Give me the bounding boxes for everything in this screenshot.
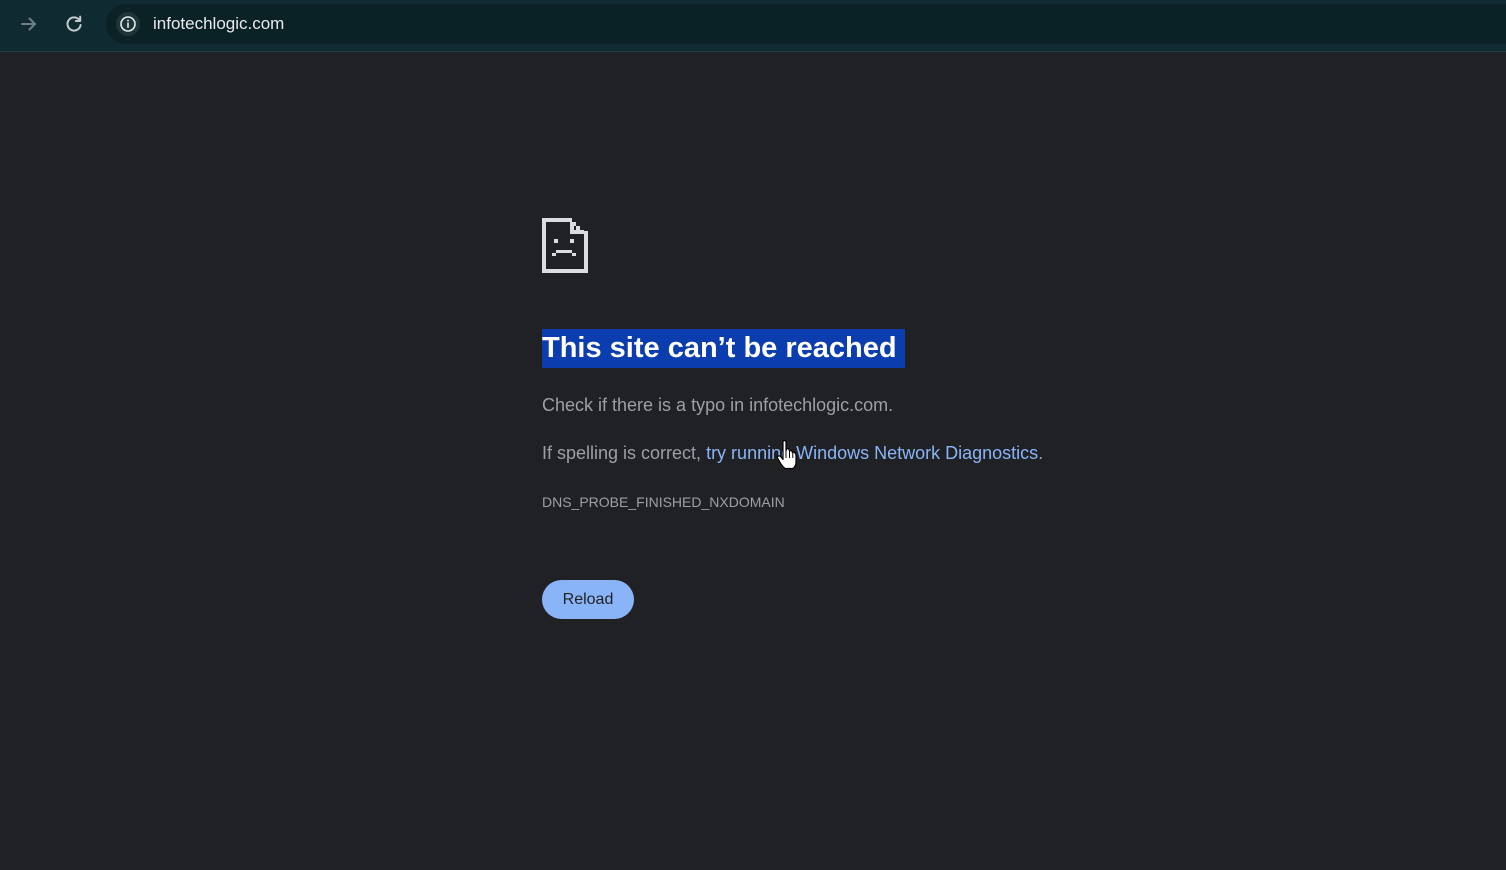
reload-nav-button[interactable] — [56, 6, 92, 42]
sad-document-icon — [542, 218, 588, 273]
hand-pointer-icon — [776, 440, 797, 470]
network-diagnostics-link[interactable]: try running Windows Network Diagnostics — [706, 443, 1038, 463]
typo-check-message: Check if there is a typo in infotechlogi… — [542, 395, 894, 415]
address-bar[interactable]: infotechlogic.com — [106, 4, 1506, 44]
error-title: This site can’t be reached — [542, 329, 905, 368]
arrow-right-icon — [21, 17, 36, 31]
url-text[interactable]: infotechlogic.com — [153, 14, 284, 34]
site-info-button[interactable] — [116, 12, 140, 36]
spelling-suffix: . — [1038, 443, 1044, 463]
reload-button[interactable]: Reload — [542, 580, 634, 619]
error-content: This site can’t be reached Check if ther… — [542, 218, 1242, 619]
reload-icon — [66, 15, 82, 32]
info-icon — [120, 16, 136, 32]
spelling-prefix: If spelling is correct, — [542, 443, 707, 463]
error-code: DNS_PROBE_FINISHED_NXDOMAIN — [542, 494, 785, 510]
forward-button[interactable] — [11, 6, 47, 42]
browser-toolbar: infotechlogic.com — [0, 0, 1506, 52]
